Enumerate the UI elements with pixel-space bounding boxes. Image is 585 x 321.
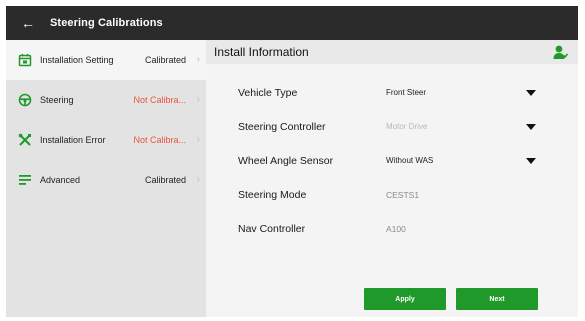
field-row-steering-mode: Steering Mode CESTS1: [206, 184, 578, 206]
status-text: Not Calibra...: [133, 95, 186, 105]
status-text: Not Calibra...: [133, 135, 186, 145]
chevron-right-icon: ›: [196, 94, 200, 105]
sidebar-item-installation-error[interactable]: Installation Error Not Calibra... ›: [6, 120, 206, 160]
caret-down-icon: [526, 90, 536, 96]
field-row-nav-controller: Nav Controller A100: [206, 218, 578, 240]
caret-down-icon: [526, 158, 536, 164]
caret-down-icon: [526, 124, 536, 130]
user-icon[interactable]: [552, 44, 568, 60]
field-row-vehicle-type: Vehicle Type Front Steer: [206, 82, 578, 104]
sidebar-item-label: Installation Error: [40, 135, 106, 145]
main-panel: Install Information Vehicle Type Front S…: [206, 40, 578, 317]
sidebar-item-steering[interactable]: Steering Not Calibra... ›: [6, 80, 206, 120]
field-label: Steering Controller: [238, 121, 326, 133]
list-icon: [19, 175, 31, 185]
field-row-steering-controller: Steering Controller Motor Drive: [206, 116, 578, 138]
sidebar: Installation Setting Calibrated › Steeri…: [6, 40, 206, 317]
sidebar-item-installation-setting[interactable]: Installation Setting Calibrated ›: [6, 40, 206, 80]
sidebar-item-label: Installation Setting: [40, 55, 114, 65]
panel-title: Install Information: [214, 45, 309, 59]
select-value: Motor Drive: [386, 122, 428, 131]
panel-header: Install Information: [206, 40, 578, 64]
sidebar-item-advanced[interactable]: Advanced Calibrated ›: [6, 160, 206, 200]
sidebar-item-label: Steering: [40, 95, 74, 105]
next-button[interactable]: Next: [456, 288, 538, 310]
page-title: Steering Calibrations: [50, 17, 163, 29]
steering-mode-value: CESTS1: [386, 190, 420, 200]
select-value: Front Steer: [386, 88, 427, 97]
select-value: Without WAS: [386, 156, 434, 165]
field-label: Nav Controller: [238, 223, 306, 235]
steering-wheel-icon: [18, 93, 32, 107]
back-arrow-icon[interactable]: ←: [20, 15, 36, 31]
sidebar-item-label: Advanced: [40, 175, 81, 185]
vehicle-type-select[interactable]: Front Steer: [376, 82, 536, 104]
tools-icon: [18, 133, 31, 146]
status-text: Calibrated: [144, 175, 186, 185]
wheel-angle-sensor-select[interactable]: Without WAS: [376, 150, 536, 172]
steering-controller-select[interactable]: Motor Drive: [376, 116, 536, 138]
apply-button[interactable]: Apply: [364, 288, 446, 310]
chevron-right-icon: ›: [196, 54, 200, 65]
nav-controller-value: A100: [386, 224, 406, 234]
calendar-icon: [18, 54, 32, 67]
chevron-right-icon: ›: [196, 134, 200, 145]
field-row-wheel-angle-sensor: Wheel Angle Sensor Without WAS: [206, 150, 578, 172]
field-label: Wheel Angle Sensor: [238, 155, 334, 167]
status-text: Calibrated: [144, 55, 186, 65]
field-label: Vehicle Type: [238, 87, 298, 99]
field-label: Steering Mode: [238, 189, 307, 201]
chevron-right-icon: ›: [196, 174, 200, 185]
app-window: ← Steering Calibrations Installation Set…: [6, 6, 578, 317]
title-bar: ← Steering Calibrations: [6, 6, 578, 40]
